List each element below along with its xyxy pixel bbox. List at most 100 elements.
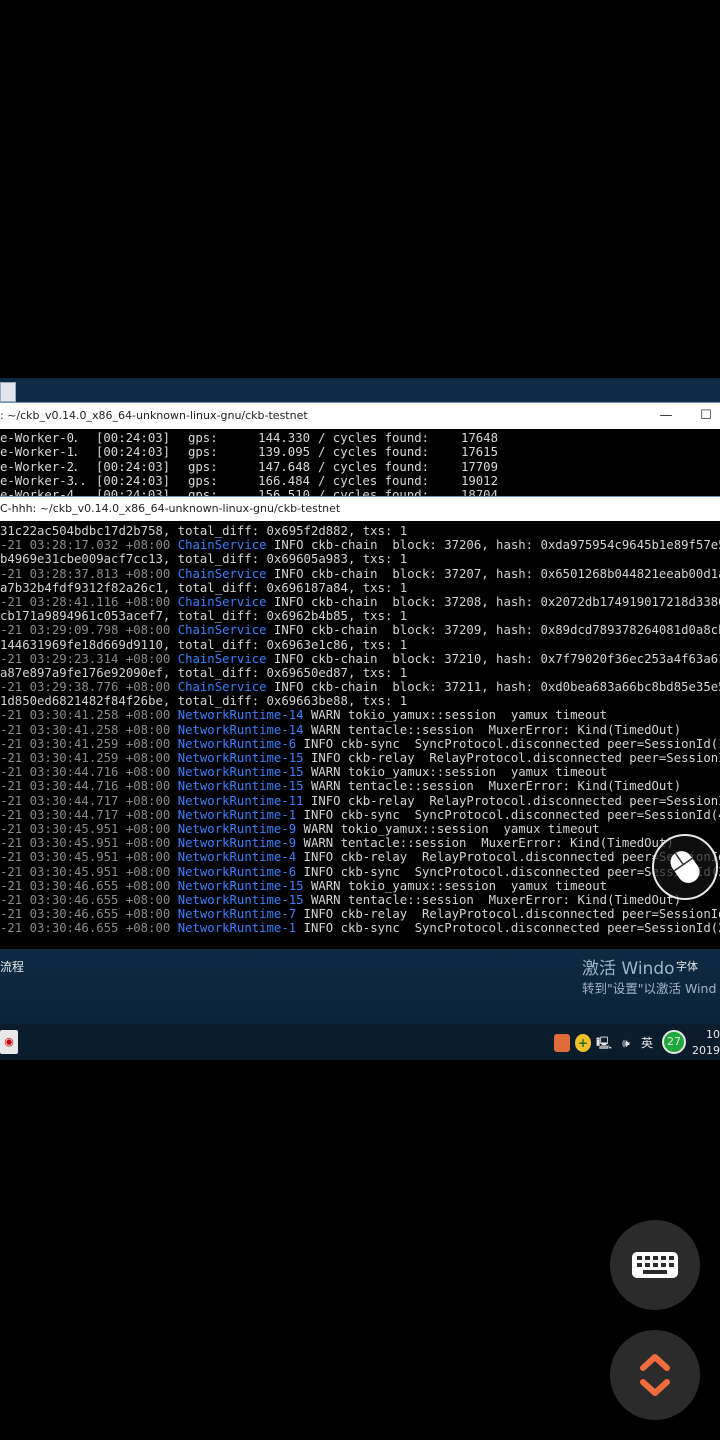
notification-badge[interactable]: 27	[662, 1030, 686, 1054]
miner-window-titlebar[interactable]: : ~/ckb_v0.14.0_x86_64-unknown-linux-gnu…	[0, 403, 720, 429]
log-line: -21 03:30:44.717 +08:00 NetworkRuntime-1…	[0, 794, 720, 808]
log-line: -21 03:30:44.716 +08:00 NetworkRuntime-1…	[0, 779, 720, 793]
worker-sep: .	[72, 431, 80, 445]
log-timestamp: -21 03:28:37.813 +08:00	[0, 566, 178, 581]
desktop-font-label[interactable]: 字体	[676, 958, 698, 974]
log-message: WARN tokio_yamux::session yamux timeout	[303, 708, 608, 723]
worker-time: [00:24:03]	[96, 431, 171, 445]
taskbar-app-icon[interactable]: ◉	[0, 1030, 18, 1054]
remote-desktop-screen: : ~/ckb_v0.14.0_x86_64-unknown-linux-gnu…	[0, 378, 720, 1060]
volume-icon[interactable]: 🕪	[617, 1034, 635, 1052]
log-module: NetworkRuntime-15	[177, 892, 304, 907]
gps-label: gps:	[188, 473, 218, 488]
log-message: INFO ckb-chain block: 37210, hash: 0x7f7…	[266, 651, 720, 666]
log-module: ChainService	[177, 538, 267, 553]
log-module: ChainService	[177, 566, 267, 581]
log-message: WARN tokio_yamux::session yamux timeout	[303, 765, 608, 780]
minimize-button[interactable]: —	[652, 403, 680, 429]
log-module: ChainService	[177, 623, 267, 638]
log-message: WARN tokio_yamux::session yamux timeout	[296, 821, 600, 836]
worker-time: [00:24:03]	[96, 445, 171, 460]
log-timestamp: -21 03:30:45.951 +08:00	[0, 836, 178, 851]
cycles-label: / cycles found:	[318, 473, 430, 488]
log-module: NetworkRuntime-7	[177, 907, 297, 922]
log-message: a87e897a9fe176e92090ef, total_diff: 0x69…	[0, 665, 408, 680]
log-line: a87e897a9fe176e92090ef, total_diff: 0x69…	[0, 666, 720, 680]
log-line: -21 03:29:23.314 +08:00 ChainService INF…	[0, 652, 720, 666]
log-line: -21 03:30:46.655 +08:00 NetworkRuntime-1…	[0, 893, 720, 907]
tray-security-icon[interactable]: +	[575, 1034, 591, 1052]
tray-app-icon[interactable]	[554, 1034, 570, 1052]
maximize-button[interactable]: ☐	[692, 403, 720, 429]
log-module: NetworkRuntime-15	[177, 765, 304, 780]
worker-name: e-Worker-2	[0, 459, 75, 474]
log-line: -21 03:28:17.032 +08:00 ChainService INF…	[0, 538, 720, 552]
log-line: -21 03:30:46.655 +08:00 NetworkRuntime-7…	[0, 907, 720, 921]
node-window-titlebar[interactable]: C-hhh: ~/ckb_v0.14.0_x86_64-unknown-linu…	[0, 497, 720, 521]
log-module: NetworkRuntime-14	[177, 708, 304, 723]
log-timestamp: -21 03:28:41.116 +08:00	[0, 594, 178, 609]
log-message: 1d850ed6821482f84f26be, total_diff: 0x69…	[0, 694, 408, 709]
log-module: NetworkRuntime-6	[177, 864, 297, 879]
log-line: cb171a9894961c053acef7, total_diff: 0x69…	[0, 609, 720, 623]
log-message: WARN tentacle::session MuxerError: Kind(…	[303, 779, 682, 794]
clock-time[interactable]: 10:	[706, 1028, 720, 1041]
desktop-flow-label[interactable]: 流程	[0, 958, 24, 975]
worker-name: e-Worker-3	[0, 473, 75, 488]
worker-name: e-Worker-0	[0, 431, 75, 445]
log-line: -21 03:30:46.655 +08:00 NetworkRuntime-1…	[0, 879, 720, 893]
log-line: a7b32b4fdf9312f82a26c1, total_diff: 0x69…	[0, 581, 720, 595]
log-line: -21 03:28:41.116 +08:00 ChainService INF…	[0, 595, 720, 609]
log-line: 1d850ed6821482f84f26be, total_diff: 0x69…	[0, 694, 720, 708]
log-module: NetworkRuntime-1	[177, 921, 297, 936]
log-timestamp: -21 03:30:41.259 +08:00	[0, 736, 178, 751]
log-line: -21 03:30:45.951 +08:00 NetworkRuntime-4…	[0, 850, 720, 864]
log-timestamp: -21 03:30:45.951 +08:00	[0, 821, 178, 836]
log-timestamp: -21 03:29:38.776 +08:00	[0, 680, 178, 695]
log-timestamp: -21 03:30:41.259 +08:00	[0, 751, 178, 765]
log-line: -21 03:30:41.259 +08:00 NetworkRuntime-1…	[0, 751, 720, 765]
activation-watermark-title: 激活 Windo	[582, 959, 675, 979]
log-message: WARN tentacle::session MuxerError: Kind(…	[296, 836, 674, 851]
log-message: INFO ckb-sync SyncProtocol.disconnected …	[296, 807, 720, 822]
miner-worker-row: e-Worker-2. [00:24:03] gps: 147.648 / cycles…	[0, 460, 720, 474]
miner-output: e-Worker-0. [00:24:03] gps: 144.330 / cycles…	[0, 429, 720, 502]
log-line: -21 03:30:45.951 +08:00 NetworkRuntime-9…	[0, 836, 720, 850]
ime-indicator[interactable]: 英	[640, 1034, 654, 1052]
cycles-label: / cycles found:	[318, 459, 430, 474]
log-line: 31c22ac504bdbc17d2b758, total_diff: 0x69…	[0, 524, 720, 538]
cycles-count: 17709	[460, 459, 498, 474]
log-line: -21 03:30:45.951 +08:00 NetworkRuntime-6…	[0, 865, 720, 879]
miner-worker-row: e-Worker-0. [00:24:03] gps: 144.330 / cycles…	[0, 431, 720, 445]
mouse-icon	[670, 851, 700, 883]
keyboard-button[interactable]	[610, 1220, 700, 1310]
log-timestamp: -21 03:30:46.655 +08:00	[0, 907, 178, 922]
log-line: -21 03:30:46.655 +08:00 NetworkRuntime-1…	[0, 921, 720, 935]
log-message: INFO ckb-sync SyncProtocol.disconnected …	[296, 921, 720, 936]
log-message: INFO ckb-sync SyncProtocol.disconnected …	[296, 736, 720, 751]
log-module: NetworkRuntime-4	[177, 850, 297, 865]
clock-date[interactable]: 2019/	[692, 1044, 720, 1057]
log-line: b4969e31cbe009acf7cc13, total_diff: 0x69…	[0, 552, 720, 566]
log-line: -21 03:30:41.258 +08:00 NetworkRuntime-1…	[0, 708, 720, 722]
log-timestamp: -21 03:30:44.716 +08:00	[0, 779, 178, 794]
log-module: NetworkRuntime-9	[177, 821, 297, 836]
node-terminal-window[interactable]: C-hhh: ~/ckb_v0.14.0_x86_64-unknown-linu…	[0, 496, 720, 949]
log-message: b4969e31cbe009acf7cc13, total_diff: 0x69…	[0, 552, 408, 567]
gps-value: 166.484	[258, 473, 310, 488]
log-line: -21 03:30:44.717 +08:00 NetworkRuntime-1…	[0, 808, 720, 822]
worker-time: [00:24:03]	[96, 473, 171, 488]
expand-toggle-button[interactable]	[610, 1330, 700, 1420]
mouse-mode-button[interactable]	[652, 834, 718, 900]
cycles-label: / cycles found:	[318, 431, 430, 445]
log-line: 144631969fe18d669d9110, total_diff: 0x69…	[0, 638, 720, 652]
worker-sep: ..	[72, 473, 87, 488]
miner-terminal-window[interactable]: : ~/ckb_v0.14.0_x86_64-unknown-linux-gnu…	[0, 402, 720, 502]
log-module: NetworkRuntime-1	[177, 807, 297, 822]
log-module: NetworkRuntime-15	[177, 878, 304, 893]
network-icon[interactable]: 🖳	[596, 1034, 612, 1052]
log-timestamp: -21 03:30:44.716 +08:00	[0, 765, 178, 780]
desktop-file-icon[interactable]	[0, 382, 16, 402]
log-message: WARN tentacle::session MuxerError: Kind(…	[303, 892, 682, 907]
log-module: ChainService	[177, 651, 267, 666]
